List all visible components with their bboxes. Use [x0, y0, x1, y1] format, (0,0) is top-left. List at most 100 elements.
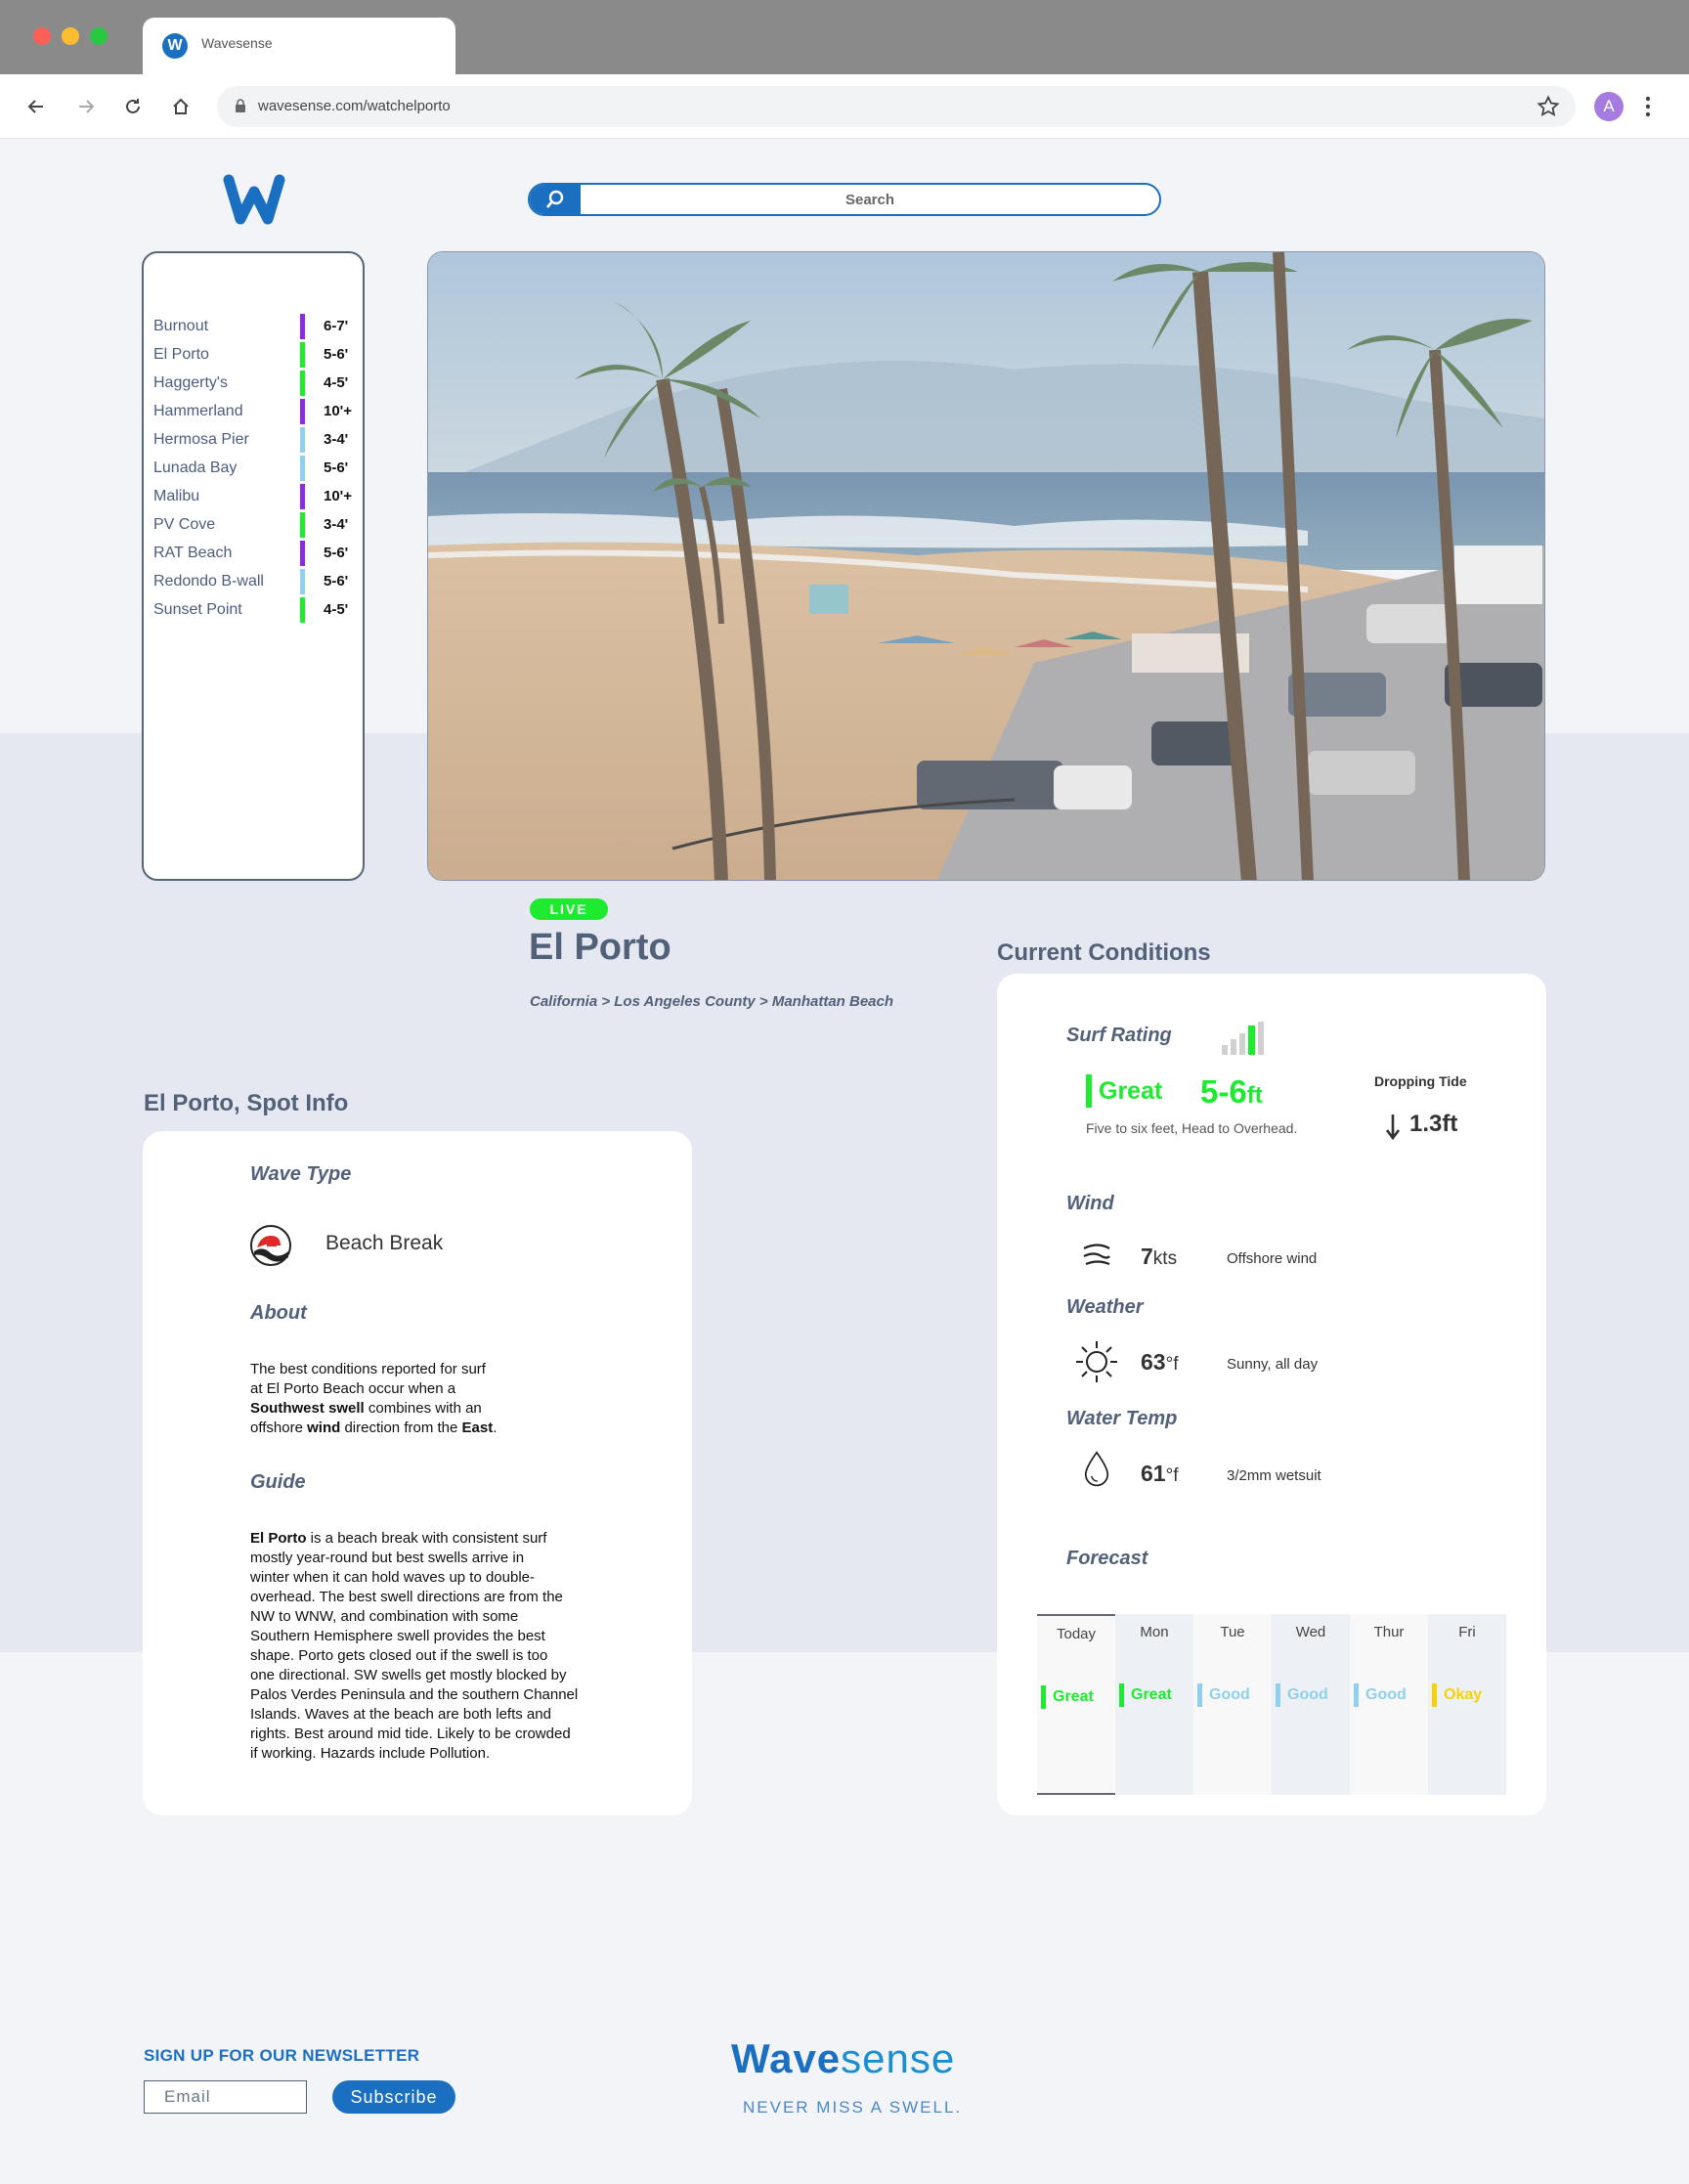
spot-name: Malibu	[153, 487, 200, 504]
address-bar[interactable]: wavesense.com/watchelporto	[217, 86, 1576, 127]
spot-list-item[interactable]: Malibu 10'+	[153, 482, 357, 510]
spot-name: PV Cove	[153, 515, 216, 533]
wind-icon	[1083, 1244, 1110, 1266]
minimize-window-button[interactable]	[62, 27, 79, 45]
spot-name: Haggerty's	[153, 373, 228, 391]
about-heading: About	[250, 1302, 307, 1324]
spot-rating-bar	[300, 540, 305, 566]
tide-value: 1.3ft	[1409, 1111, 1458, 1137]
forecast-rating: Okay	[1444, 1686, 1483, 1703]
reload-icon[interactable]	[118, 92, 148, 121]
close-window-button[interactable]	[33, 27, 51, 45]
search-input[interactable]	[581, 185, 1159, 214]
spot-rating-bar	[300, 511, 305, 538]
forecast-day-label: Today	[1056, 1626, 1097, 1642]
spot-height: 3-4'	[324, 516, 349, 533]
live-badge: LIVE	[530, 898, 608, 920]
wavesense-favicon-icon: W	[162, 33, 188, 59]
spot-list-item[interactable]: Hermosa Pier 3-4'	[153, 425, 357, 454]
spot-rating-bar	[300, 483, 305, 509]
spot-height: 4-5'	[324, 601, 349, 618]
water-drop-icon	[1084, 1451, 1109, 1487]
forward-arrow-icon[interactable]	[71, 92, 101, 121]
breadcrumb[interactable]: California > Los Angeles County > Manhat…	[530, 993, 893, 1010]
more-options-icon[interactable]	[1640, 92, 1656, 121]
spot-rating-bar	[300, 455, 305, 481]
forecast-day-column[interactable]: Thur Good	[1350, 1614, 1428, 1795]
maximize-window-button[interactable]	[90, 27, 108, 45]
spot-rating-bar	[300, 596, 305, 623]
spot-height: 3-4'	[324, 431, 349, 448]
forecast-rating: Good	[1287, 1686, 1328, 1703]
subscribe-button[interactable]: Subscribe	[332, 2080, 455, 2114]
forecast-rating-bar	[1276, 1683, 1280, 1707]
home-icon[interactable]	[166, 92, 195, 121]
spot-rating-bar	[300, 568, 305, 594]
bookmark-star-icon[interactable]	[1537, 95, 1560, 118]
back-arrow-icon[interactable]	[22, 92, 51, 121]
spot-list-item[interactable]: Redondo B-wall 5-6'	[153, 567, 357, 595]
tab-title: Wavesense	[201, 35, 273, 51]
profile-avatar[interactable]: A	[1594, 92, 1624, 121]
spot-rating-bar	[300, 370, 305, 396]
spot-name: Burnout	[153, 317, 209, 334]
spot-list-item[interactable]: Sunset Point 4-5'	[153, 595, 357, 624]
forecast-day-column[interactable]: Today Great	[1037, 1614, 1115, 1795]
forecast-rating: Good	[1209, 1686, 1250, 1703]
spot-list-item[interactable]: PV Cove 3-4'	[153, 510, 357, 539]
forecast-day-column[interactable]: Tue Good	[1193, 1614, 1272, 1795]
spot-name: El Porto	[153, 345, 209, 363]
weather-description: Sunny, all day	[1227, 1356, 1319, 1373]
forecast-day-label: Mon	[1140, 1624, 1169, 1640]
tide-label: Dropping Tide	[1374, 1073, 1467, 1089]
url-text: wavesense.com/watchelporto	[258, 98, 451, 114]
forecast-rating-bar	[1041, 1685, 1046, 1709]
search-button[interactable]	[530, 185, 581, 214]
forecast-day-column[interactable]: Mon Great	[1115, 1614, 1193, 1795]
spot-height: 10'+	[324, 403, 353, 419]
wind-description: Offshore wind	[1227, 1250, 1318, 1267]
spot-height: 10'+	[324, 488, 353, 504]
beach-break-icon	[250, 1225, 291, 1266]
newsletter-email-input[interactable]	[144, 2080, 307, 2114]
spot-info-card: Wave Type Beach Break About The best con…	[143, 1131, 692, 1815]
spot-list-panel: Burnout 6-7' El Porto 5-6' Haggerty's 4-5' Ham…	[142, 251, 365, 881]
spot-height: 6-7'	[324, 318, 349, 334]
forecast-day-label: Wed	[1295, 1624, 1326, 1640]
spot-list-item[interactable]: El Porto 5-6'	[153, 340, 357, 369]
spot-list-item[interactable]: RAT Beach 5-6'	[153, 539, 357, 567]
surf-rating-value: Great	[1099, 1077, 1163, 1105]
footer-logo[interactable]: Wavesense	[731, 2035, 955, 2082]
lock-icon	[236, 99, 245, 112]
search-bar	[528, 183, 1161, 216]
forecast-day-label: Fri	[1458, 1624, 1476, 1640]
spot-list-item[interactable]: Burnout 6-7'	[153, 312, 357, 340]
signal-rating-icon	[1222, 1022, 1264, 1055]
spot-name: Redondo B-wall	[153, 572, 264, 590]
surf-height-value: 5-6ft	[1200, 1073, 1263, 1110]
forecast-day-column[interactable]: Fri Okay	[1428, 1614, 1506, 1795]
forecast-rating: Great	[1053, 1688, 1094, 1705]
forecast-table: Today Great Mon Great Tue Good Wed Good Thur Good…	[1037, 1614, 1506, 1795]
spot-rating-bar	[300, 398, 305, 424]
forecast-rating-bar	[1197, 1683, 1202, 1707]
arrow-down-icon	[1386, 1114, 1400, 1140]
spot-height: 4-5'	[324, 374, 349, 391]
spot-rating-bar	[300, 313, 305, 339]
spot-list-item[interactable]: Haggerty's 4-5'	[153, 369, 357, 397]
browser-tab[interactable]: W Wavesense	[143, 18, 455, 74]
spot-height: 5-6'	[324, 573, 349, 590]
forecast-day-column[interactable]: Wed Good	[1272, 1614, 1350, 1795]
wavesense-logo-icon[interactable]	[223, 174, 285, 225]
browser-titlebar: W Wavesense	[0, 0, 1689, 74]
forecast-rating-bar	[1354, 1683, 1359, 1707]
footer-tagline: NEVER MISS A SWELL.	[743, 2098, 963, 2117]
forecast-heading: Forecast	[1066, 1548, 1148, 1569]
wave-type-value: Beach Break	[325, 1232, 444, 1254]
rating-color-bar	[1086, 1074, 1092, 1108]
spot-list-item[interactable]: Hammerland 10'+	[153, 397, 357, 425]
search-icon	[546, 190, 564, 208]
spot-list-item[interactable]: Lunada Bay 5-6'	[153, 454, 357, 482]
spot-info-title: El Porto, Spot Info	[144, 1090, 349, 1116]
live-camera-feed[interactable]	[427, 251, 1545, 881]
